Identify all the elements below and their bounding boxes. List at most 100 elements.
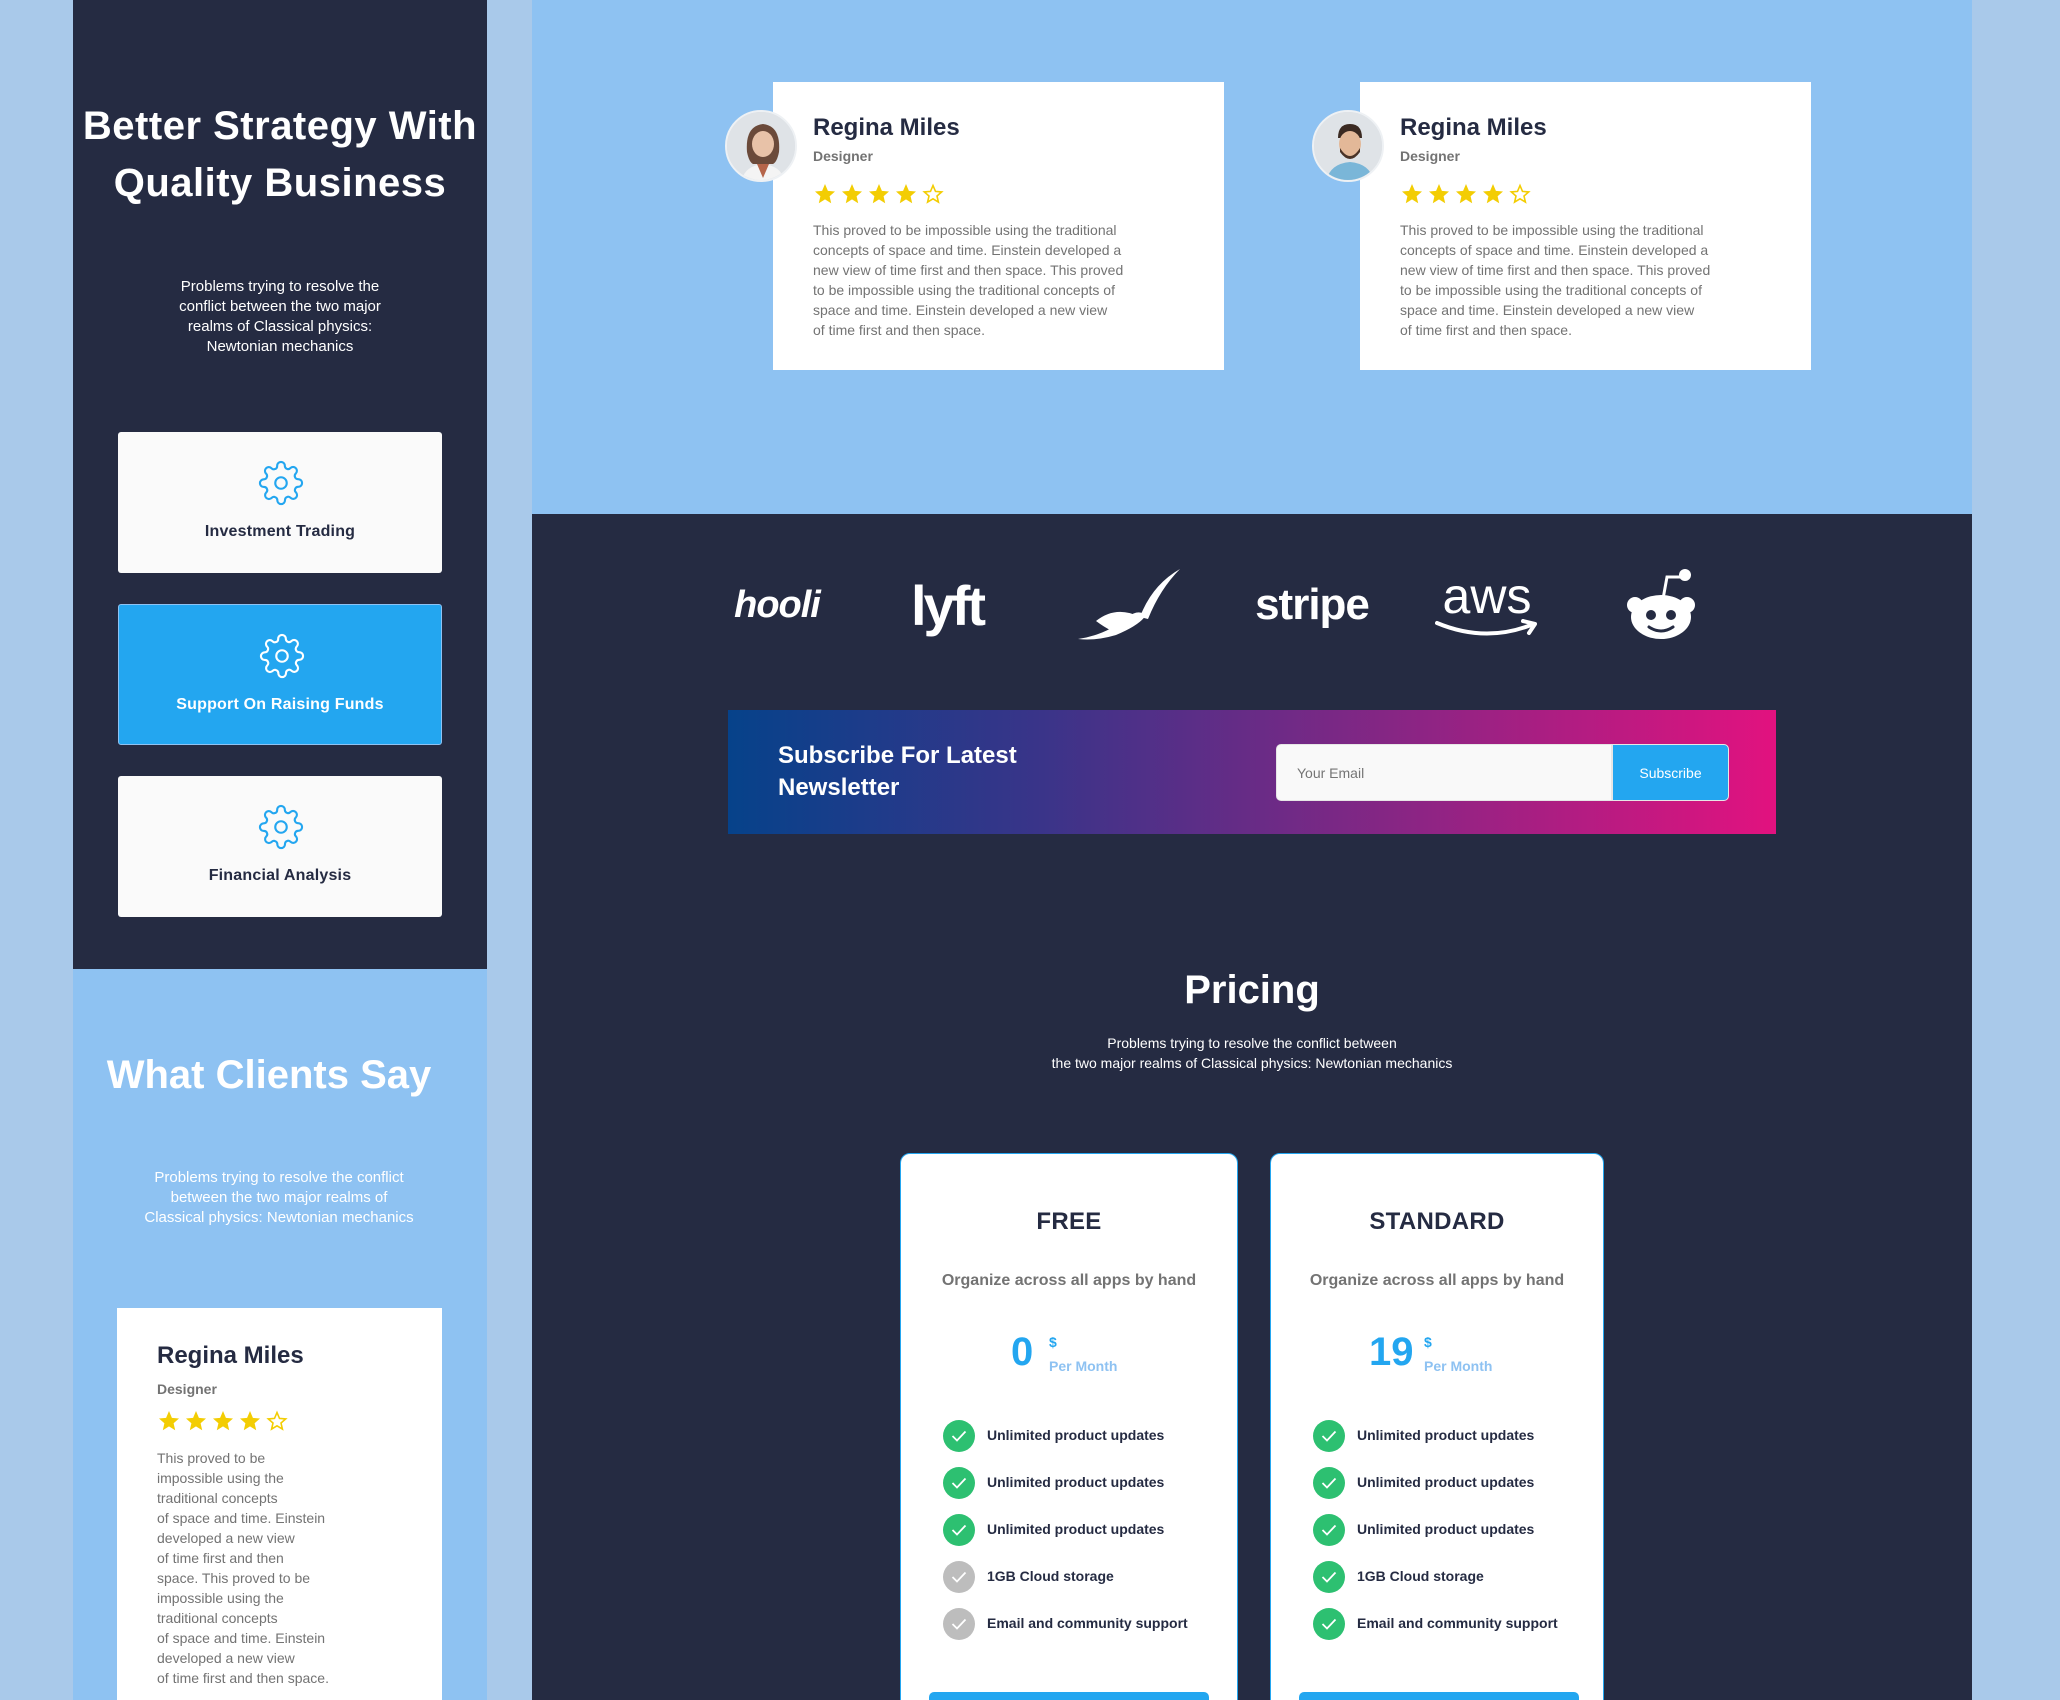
feature-label: Unlimited product updates [987, 1427, 1165, 1443]
star-outline-icon [266, 1410, 288, 1431]
feature-label: Unlimited product updates [1357, 1474, 1535, 1490]
plan-cta-button[interactable] [1299, 1692, 1579, 1700]
avatar [1312, 110, 1384, 182]
star-filled-icon [213, 1411, 233, 1431]
check-icon [943, 1467, 975, 1499]
star-filled-icon [1483, 184, 1503, 204]
star-filled-icon [1402, 184, 1422, 204]
gear-icon [258, 460, 304, 506]
plan-price: 0 $ Per Month [901, 1330, 1237, 1380]
feature-label: Unlimited product updates [1357, 1521, 1535, 1537]
plan-name: STANDARD [1369, 1208, 1505, 1235]
testimonial-card: Regina Miles Designer This proved to be … [773, 82, 1224, 370]
mobile-hero-subtitle: Problems trying to resolve the conflict … [179, 278, 381, 355]
price-amount: 19 [1369, 1330, 1414, 1374]
star-outline-icon [922, 183, 944, 204]
plan-price: 19 $ Per Month [1271, 1330, 1603, 1380]
newsletter-banner: Subscribe For Latest Newsletter Subscrib… [728, 710, 1776, 834]
testimonial-role: Designer [1400, 148, 1460, 164]
check-icon [1313, 1608, 1345, 1640]
lyft-logo-text: lyft [911, 573, 986, 637]
star-filled-icon [896, 184, 916, 204]
rating-stars [157, 1409, 292, 1433]
feature-item: Unlimited product updates [943, 1467, 1193, 1514]
avatar [725, 110, 797, 182]
testimonial-card: Regina Miles Designer This proved to be … [1360, 82, 1811, 370]
feature-item: Unlimited product updates [943, 1514, 1193, 1561]
plan-name: FREE [1036, 1208, 1102, 1235]
mobile-preview: Better Strategy With Quality Business Pr… [73, 0, 487, 1700]
feature-card-raising-funds[interactable]: Support On Raising Funds [118, 604, 442, 745]
stripe-logo-text: stripe [1255, 580, 1370, 629]
hooli-logo-text: hooli [734, 583, 821, 626]
feature-label: Unlimited product updates [1357, 1427, 1535, 1443]
plan-features: Unlimited product updates Unlimited prod… [1313, 1420, 1563, 1655]
testimonial-name: Regina Miles [157, 1342, 304, 1369]
newsletter-title: Subscribe For Latest Newsletter [778, 742, 1017, 801]
star-filled-icon [869, 184, 889, 204]
gear-icon [259, 633, 305, 679]
stripe-logo[interactable]: stripe [1252, 560, 1372, 650]
star-filled-icon [842, 184, 862, 204]
aws-logo-text: aws [1442, 568, 1532, 624]
plan-features: Unlimited product updates Unlimited prod… [943, 1420, 1193, 1655]
subscribe-button[interactable]: Subscribe [1612, 744, 1729, 801]
star-filled-icon [159, 1411, 179, 1431]
feature-label: 1GB Cloud storage [1357, 1568, 1484, 1584]
feature-item: Unlimited product updates [1313, 1514, 1563, 1561]
feature-label: Unlimited product updates [987, 1521, 1165, 1537]
price-period: Per Month [1424, 1358, 1493, 1374]
feature-item: Unlimited product updates [1313, 1420, 1563, 1467]
rating-stars [813, 182, 948, 206]
testimonial-quote: This proved to be impossible using the t… [813, 222, 1124, 338]
aws-logo[interactable]: aws [1432, 560, 1542, 650]
testimonial-quote: This proved to be impossible using the t… [1400, 222, 1711, 338]
testimonial-role: Designer [157, 1381, 217, 1397]
pricing-card-standard: STANDARD Organize across all apps by han… [1270, 1153, 1604, 1700]
mobile-hero-title: Better Strategy With Quality Business [82, 104, 478, 205]
star-filled-icon [815, 184, 835, 204]
feature-item: 1GB Cloud storage [943, 1561, 1193, 1608]
check-icon [1313, 1467, 1345, 1499]
plan-description: Organize across all apps by hand [941, 1272, 1197, 1289]
pricing-card-free: FREE Organize across all apps by hand 0 … [900, 1153, 1238, 1700]
feature-label: Email and community support [987, 1615, 1188, 1631]
feature-item: 1GB Cloud storage [1313, 1561, 1563, 1608]
clients-section-subtitle: Problems trying to resolve the conflict … [144, 1169, 414, 1226]
feature-label: Support On Raising Funds [176, 696, 384, 713]
star-filled-icon [240, 1411, 260, 1431]
reddit-logo[interactable] [1618, 560, 1704, 650]
feature-card-investment-trading[interactable]: Investment Trading [118, 432, 442, 573]
star-filled-icon [186, 1411, 206, 1431]
lyft-logo[interactable]: lyft [902, 560, 992, 650]
pricing-subtitle: Problems trying to resolve the conflict … [1051, 1035, 1453, 1071]
rating-stars [1400, 182, 1535, 206]
pied-piper-logo[interactable] [1074, 560, 1184, 650]
feature-item: Email and community support [1313, 1608, 1563, 1655]
email-input[interactable] [1276, 744, 1612, 801]
feature-label: Financial Analysis [208, 867, 352, 884]
check-disabled-icon [943, 1608, 975, 1640]
partner-logos: hooli lyft stripe aws [722, 560, 1722, 650]
hooli-logo[interactable]: hooli [722, 560, 832, 650]
gear-icon [258, 804, 304, 850]
price-amount: 0 [1011, 1330, 1034, 1374]
check-icon [943, 1514, 975, 1546]
desktop-preview: Regina Miles Designer This proved to be … [532, 0, 1972, 1700]
feature-label: Investment Trading [204, 523, 356, 540]
testimonial-name: Regina Miles [813, 114, 960, 141]
feature-label: 1GB Cloud storage [987, 1568, 1114, 1584]
plan-cta-button[interactable] [929, 1692, 1209, 1700]
feature-label: Email and community support [1357, 1615, 1558, 1631]
feature-card-financial-analysis[interactable]: Financial Analysis [118, 776, 442, 917]
feature-item: Unlimited product updates [1313, 1467, 1563, 1514]
price-period: Per Month [1049, 1358, 1118, 1374]
mobile-testimonial-card: Regina Miles Designer This proved to be … [117, 1308, 442, 1700]
aws-smile-icon [1435, 619, 1537, 636]
star-outline-icon [1509, 183, 1531, 204]
plan-description: Organize across all apps by hand [1309, 1272, 1565, 1289]
star-filled-icon [1456, 184, 1476, 204]
pied-piper-icon [1078, 569, 1180, 640]
price-currency: $ [1424, 1334, 1432, 1350]
price-currency: $ [1049, 1334, 1057, 1350]
